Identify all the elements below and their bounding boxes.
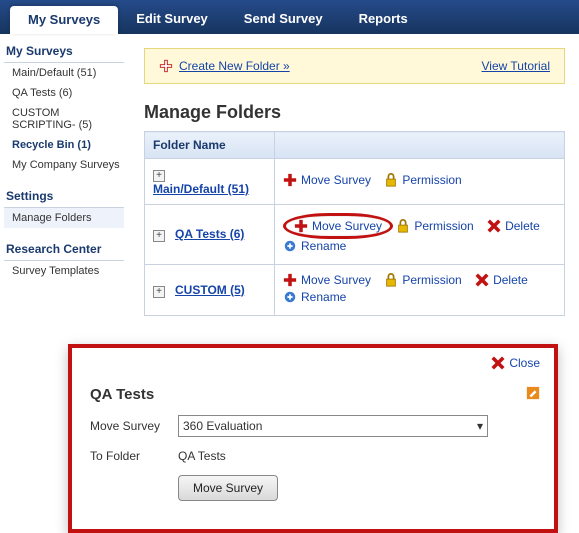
to-folder-label: To Folder bbox=[90, 449, 170, 463]
table-header-folder-name: Folder Name bbox=[145, 132, 275, 159]
plus-icon bbox=[283, 273, 297, 287]
sidebar-group-my-surveys: My Surveys bbox=[4, 40, 124, 63]
move-survey-row: Move Survey 360 Evaluation ▾ bbox=[90, 415, 536, 437]
lock-icon bbox=[396, 219, 410, 233]
action-label: Move Survey bbox=[312, 219, 382, 233]
move-survey-label: Move Survey bbox=[90, 419, 170, 433]
tab-edit-survey[interactable]: Edit Survey bbox=[118, 3, 226, 34]
view-tutorial-link[interactable]: View Tutorial bbox=[482, 59, 550, 73]
action-label: Permission bbox=[414, 219, 473, 233]
sidebar-item-qa-tests[interactable]: QA Tests (6) bbox=[4, 83, 124, 103]
delete-link[interactable]: Delete bbox=[475, 273, 528, 287]
rename-icon bbox=[283, 239, 297, 253]
modal-button-row: Move Survey bbox=[178, 475, 536, 501]
create-folder-bar: Create New Folder » View Tutorial bbox=[144, 48, 565, 84]
edit-icon[interactable] bbox=[526, 386, 540, 400]
create-new-folder-link[interactable]: Create New Folder » bbox=[179, 59, 290, 73]
action-label: Move Survey bbox=[301, 273, 371, 287]
plus-icon bbox=[159, 59, 173, 73]
tab-send-survey[interactable]: Send Survey bbox=[226, 3, 341, 34]
modal-title: QA Tests bbox=[90, 386, 536, 403]
folder-link-qa-tests[interactable]: QA Tests (6) bbox=[175, 227, 244, 241]
action-label: Delete bbox=[493, 273, 528, 287]
tab-my-surveys[interactable]: My Surveys bbox=[10, 6, 118, 34]
page-title: Manage Folders bbox=[144, 102, 565, 123]
table-row: + QA Tests (6) Move Survey Permission bbox=[145, 205, 565, 265]
sidebar-group-research-center: Research Center bbox=[4, 238, 124, 261]
delete-icon bbox=[487, 219, 501, 233]
delete-link[interactable]: Delete bbox=[487, 219, 540, 233]
action-label: Rename bbox=[301, 290, 346, 304]
expand-icon[interactable]: + bbox=[153, 286, 165, 298]
folder-link-main-default[interactable]: Main/Default (51) bbox=[153, 182, 249, 196]
action-label: Move Survey bbox=[301, 173, 371, 187]
sidebar-item-recycle-bin[interactable]: Recycle Bin (1) bbox=[4, 135, 124, 155]
action-label: Rename bbox=[301, 239, 346, 253]
lock-icon bbox=[384, 273, 398, 287]
tab-reports[interactable]: Reports bbox=[341, 3, 426, 34]
highlighted-move-survey: Move Survey bbox=[283, 213, 393, 239]
sidebar: My Surveys Main/Default (51) QA Tests (6… bbox=[0, 34, 128, 326]
survey-select-value: 360 Evaluation bbox=[183, 419, 262, 433]
rename-icon bbox=[283, 290, 297, 304]
plus-icon bbox=[294, 219, 308, 233]
folder-link-custom[interactable]: CUSTOM (5) bbox=[175, 283, 245, 297]
main-content: Create New Folder » View Tutorial Manage… bbox=[128, 34, 579, 326]
close-icon bbox=[491, 356, 505, 370]
plus-icon bbox=[283, 173, 297, 187]
rename-link[interactable]: Rename bbox=[283, 290, 346, 304]
lock-icon bbox=[384, 173, 398, 187]
move-survey-link[interactable]: Move Survey bbox=[294, 219, 382, 233]
to-folder-row: To Folder QA Tests bbox=[90, 449, 536, 463]
move-survey-panel: Close QA Tests Move Survey 360 Evaluatio… bbox=[68, 344, 558, 533]
move-survey-link[interactable]: Move Survey bbox=[283, 273, 371, 287]
top-nav: My Surveys Edit Survey Send Survey Repor… bbox=[0, 0, 579, 34]
table-row: + CUSTOM (5) Move Survey Permission bbox=[145, 265, 565, 316]
sidebar-item-company-surveys[interactable]: My Company Surveys bbox=[4, 155, 124, 175]
to-folder-value: QA Tests bbox=[178, 449, 226, 463]
delete-icon bbox=[475, 273, 489, 287]
rename-link[interactable]: Rename bbox=[283, 239, 346, 253]
sidebar-group-settings: Settings bbox=[4, 185, 124, 208]
action-label: Delete bbox=[505, 219, 540, 233]
action-label: Permission bbox=[402, 273, 461, 287]
move-survey-link[interactable]: Move Survey bbox=[283, 173, 371, 187]
table-header-actions bbox=[275, 132, 565, 159]
chevron-down-icon: ▾ bbox=[477, 419, 483, 433]
table-row: + Main/Default (51) Move Survey Permissi… bbox=[145, 159, 565, 205]
sidebar-item-survey-templates[interactable]: Survey Templates bbox=[4, 261, 124, 281]
expand-icon[interactable]: + bbox=[153, 230, 165, 242]
permission-link[interactable]: Permission bbox=[384, 173, 461, 187]
sidebar-item-custom-scripting[interactable]: CUSTOM SCRIPTING- (5) bbox=[4, 103, 124, 135]
survey-select[interactable]: 360 Evaluation ▾ bbox=[178, 415, 488, 437]
folders-table: Folder Name + Main/Default (51) Move Sur… bbox=[144, 131, 565, 316]
action-label: Permission bbox=[402, 173, 461, 187]
permission-link[interactable]: Permission bbox=[396, 219, 473, 233]
permission-link[interactable]: Permission bbox=[384, 273, 461, 287]
close-label: Close bbox=[509, 356, 540, 370]
sidebar-item-manage-folders[interactable]: Manage Folders bbox=[4, 208, 124, 228]
expand-icon[interactable]: + bbox=[153, 170, 165, 182]
sidebar-item-main-default[interactable]: Main/Default (51) bbox=[4, 63, 124, 83]
move-survey-button[interactable]: Move Survey bbox=[178, 475, 278, 501]
close-button[interactable]: Close bbox=[491, 356, 540, 370]
